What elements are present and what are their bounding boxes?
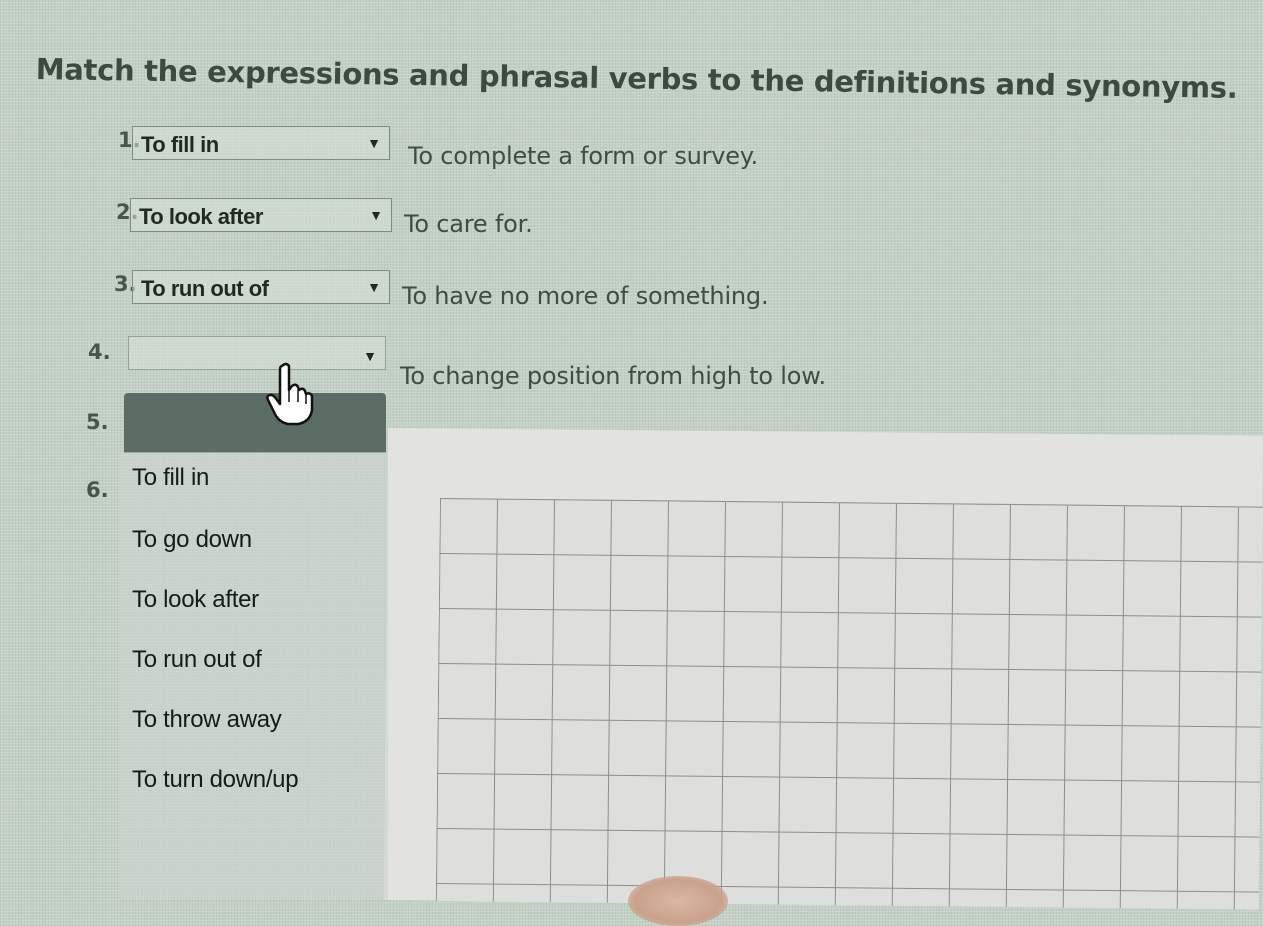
answer-select-2[interactable]: To look after ▼	[130, 198, 392, 232]
answer-select-3[interactable]: To run out of ▼	[132, 270, 390, 304]
select-value: To run out of	[141, 276, 269, 301]
item-number: 4.	[88, 340, 111, 364]
dropdown-option[interactable]: To look after	[132, 586, 259, 614]
dropdown-option[interactable]: To fill in	[132, 464, 209, 492]
definition-text: To have no more of something.	[402, 282, 769, 310]
dropdown-highlighted-blank-option[interactable]	[124, 393, 386, 453]
item-row-3: 3. To run out of ▼ To have no more of so…	[114, 268, 854, 310]
item-row-2: 2. To look after ▼ To care for.	[116, 196, 836, 238]
grid-paper	[435, 498, 1263, 910]
dropdown-option[interactable]: To turn down/up	[132, 766, 299, 794]
chevron-down-icon: ▼	[367, 279, 381, 295]
chevron-down-icon: ▼	[369, 207, 383, 223]
dropdown-option[interactable]: To throw away	[132, 706, 282, 734]
answer-select-4[interactable]: ▼	[128, 336, 386, 370]
chevron-down-icon: ▼	[367, 135, 381, 151]
chevron-down-icon: ▼	[363, 348, 377, 364]
definition-text: To care for.	[404, 210, 533, 238]
answer-select-1[interactable]: To fill in ▼	[132, 126, 390, 160]
item-number: 5.	[86, 410, 109, 434]
instruction-title: Match the expressions and phrasal verbs …	[35, 52, 1238, 105]
hand-pointer-icon	[266, 362, 314, 426]
item-row-1: 1. To fill in ▼ To complete a form or su…	[118, 124, 838, 170]
item-number: 6.	[86, 478, 109, 502]
item-row-4: 4. ▼ To change position from high to low…	[88, 336, 928, 390]
select-value: To fill in	[141, 132, 219, 157]
dropdown-option[interactable]: To go down	[132, 526, 252, 554]
definition-text: To change position from high to low.	[400, 362, 826, 390]
select-value: To look after	[139, 204, 263, 229]
definition-text: To complete a form or survey.	[408, 142, 758, 170]
finger	[628, 876, 728, 926]
item-row-5: 5.	[86, 406, 126, 442]
dropdown-option[interactable]: To run out of	[132, 646, 262, 674]
dropdown-options-list: To fill in To go down To look after To r…	[120, 452, 388, 900]
